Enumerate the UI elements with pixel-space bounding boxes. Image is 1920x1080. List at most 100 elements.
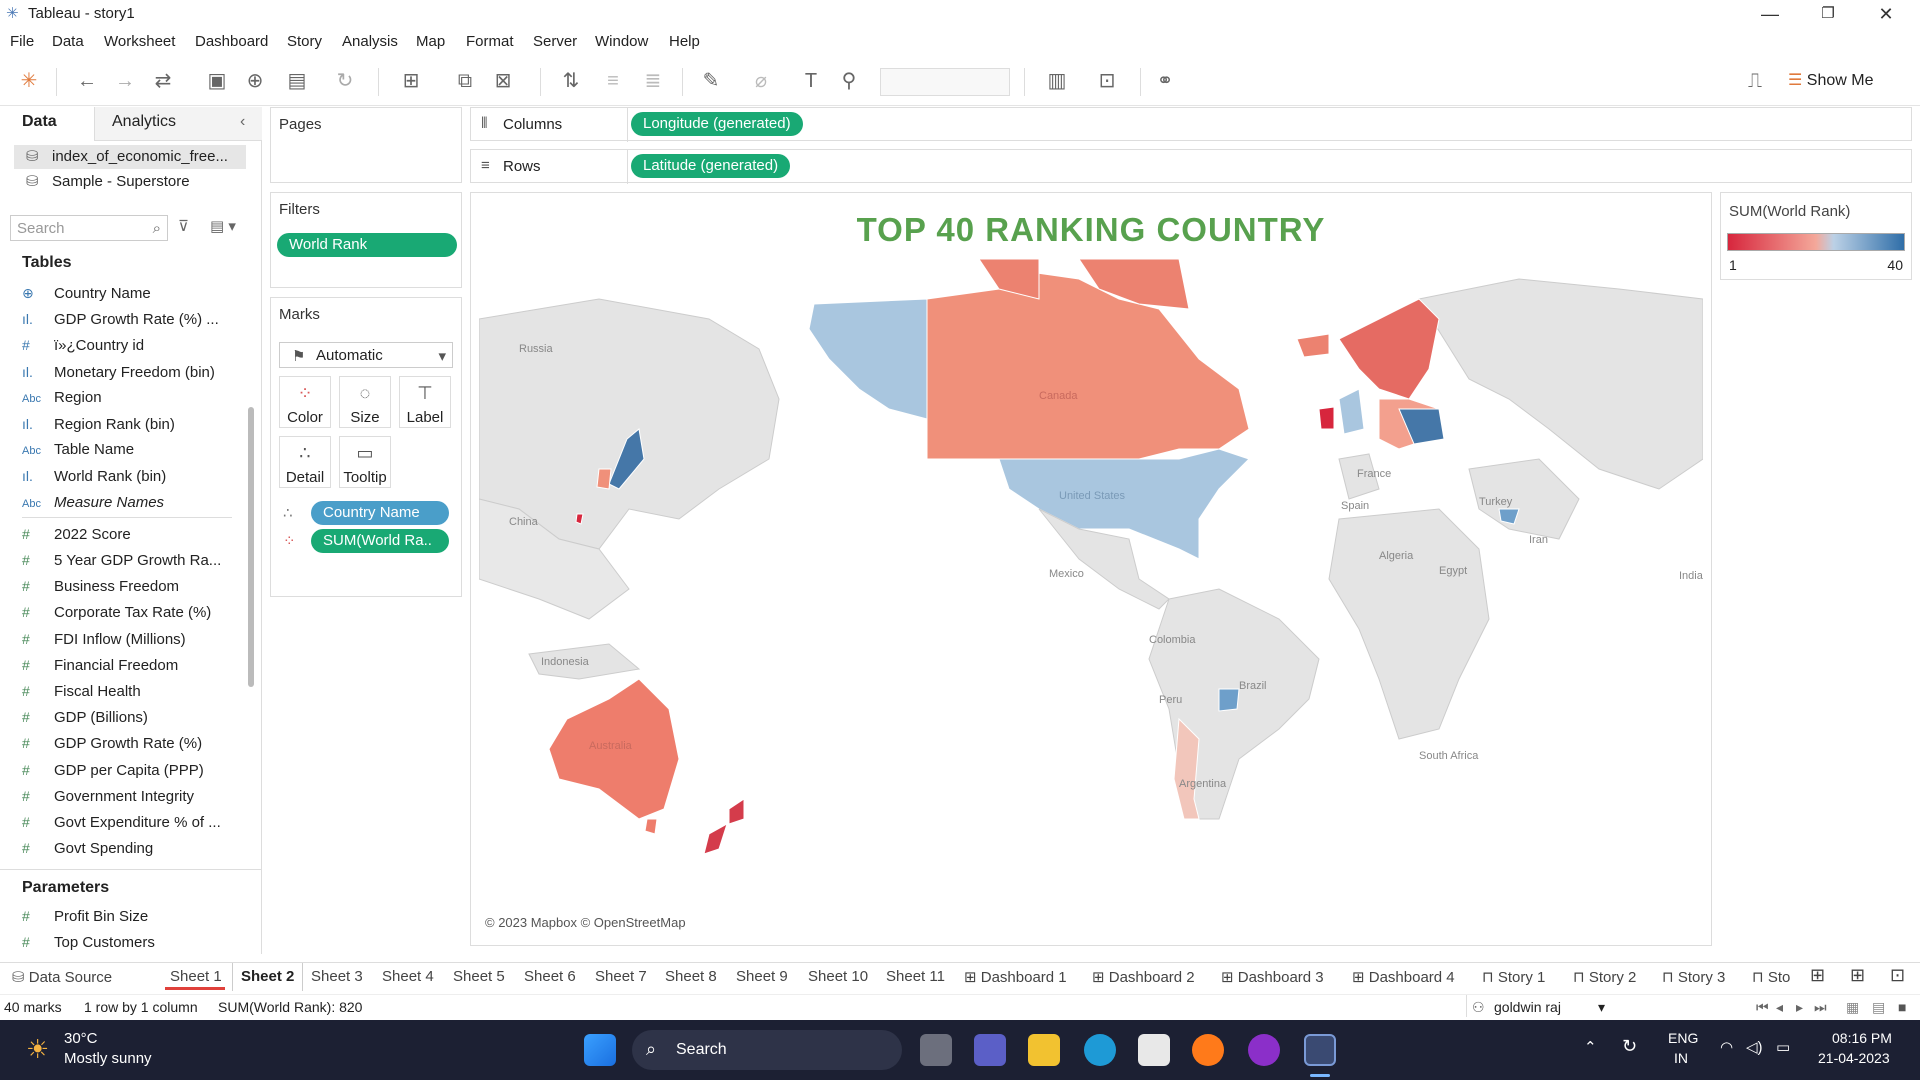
tab-data-source[interactable]: ⛁ Data Source: [12, 968, 112, 986]
app-icon[interactable]: [1248, 1034, 1280, 1066]
filters-card[interactable]: Filters World Rank: [270, 192, 462, 288]
field-item[interactable]: ⊕ Country Name: [22, 282, 151, 304]
field-item[interactable]: # FDI Inflow (Millions): [22, 628, 186, 650]
field-item[interactable]: # Govt Expenditure % of ...: [22, 811, 221, 833]
tab-sheet-10[interactable]: Sheet 10: [808, 968, 868, 985]
fit-dropdown[interactable]: [880, 68, 1010, 96]
tab-sheet-3[interactable]: Sheet 3: [311, 968, 363, 985]
tab-sheet-5[interactable]: Sheet 5: [453, 968, 505, 985]
map-view[interactable]: Russia China Indonesia Australia Canada …: [478, 258, 1704, 939]
field-item[interactable]: #2022 Score: [22, 523, 131, 545]
lang-secondary[interactable]: IN: [1674, 1050, 1688, 1066]
menu-help[interactable]: Help: [669, 33, 700, 50]
grid-view-icon[interactable]: ▦: [1846, 999, 1859, 1016]
field-item[interactable]: # Financial Freedom: [22, 654, 178, 676]
field-item[interactable]: ıl. World Rank (bin): [22, 465, 166, 487]
field-item[interactable]: Abc Region: [22, 387, 102, 409]
menu-server[interactable]: Server: [533, 33, 577, 50]
show-me-button[interactable]: ☰ Show Me: [1788, 70, 1874, 90]
new-dashboard-tab-icon[interactable]: ⊞: [1850, 965, 1865, 986]
tab-sheet-1[interactable]: Sheet 1: [170, 968, 222, 985]
pin-icon[interactable]: ⚲: [836, 68, 862, 94]
tab-sheet-9[interactable]: Sheet 9: [736, 968, 788, 985]
tab-dashboard-4[interactable]: ⊞ Dashboard 4: [1352, 968, 1455, 986]
tab-story-3[interactable]: ⊓ Story 3: [1662, 968, 1725, 986]
columns-pill-longitude[interactable]: Longitude (generated): [631, 112, 803, 136]
menu-story[interactable]: Story: [287, 33, 322, 50]
new-datasource-icon[interactable]: ⊕: [242, 68, 268, 94]
world-map[interactable]: Russia China Indonesia Australia Canada …: [478, 258, 1704, 939]
field-item[interactable]: # GDP per Capita (PPP): [22, 759, 204, 781]
datasource-item[interactable]: ⛁ index_of_economic_free...: [14, 145, 246, 169]
mark-type-dropdown[interactable]: ⚑ Automatic ▾: [279, 342, 453, 368]
marks-pill-country-name[interactable]: Country Name: [311, 501, 449, 525]
swap-rows-columns-icon[interactable]: ⇅: [558, 68, 584, 94]
firefox-icon[interactable]: [1192, 1034, 1224, 1066]
field-item[interactable]: # GDP (Billions): [22, 706, 148, 728]
tableau-home-icon[interactable]: ✳: [16, 68, 42, 94]
save-icon[interactable]: ▣: [204, 68, 230, 94]
tab-sheet-4[interactable]: Sheet 4: [382, 968, 434, 985]
new-worksheet-icon[interactable]: ⊞: [398, 68, 424, 94]
sort-descending-icon[interactable]: ≣: [640, 68, 666, 94]
field-item[interactable]: # ï»¿Country id: [22, 334, 144, 356]
marks-color-button[interactable]: ⁘ Color: [279, 376, 331, 428]
tab-story-2[interactable]: ⊓ Story 2: [1573, 968, 1636, 986]
task-view-icon[interactable]: [920, 1034, 952, 1066]
filmstrip-view-icon[interactable]: ▤: [1872, 999, 1885, 1016]
presentation-mode-icon[interactable]: ⊡: [1094, 68, 1120, 94]
tab-view-icon[interactable]: ■: [1898, 999, 1906, 1015]
menu-dashboard[interactable]: Dashboard: [195, 33, 268, 50]
menu-analysis[interactable]: Analysis: [342, 33, 398, 50]
tab-dashboard-2[interactable]: ⊞ Dashboard 2: [1092, 968, 1195, 986]
rows-shelf[interactable]: ≡ Rows Latitude (generated): [470, 149, 1912, 184]
marks-pill-world-rank[interactable]: SUM(World Ra..: [311, 529, 449, 553]
field-item[interactable]: # Govt Spending: [22, 837, 153, 859]
minimize-button[interactable]: —: [1742, 0, 1798, 28]
columns-shelf[interactable]: ⦀ Columns Longitude (generated): [470, 107, 1912, 142]
show-hidden-icons-icon[interactable]: ⌃: [1584, 1038, 1597, 1056]
undo-icon[interactable]: ←: [74, 68, 100, 94]
filter-icon[interactable]: ⊽: [178, 217, 189, 235]
teams-icon[interactable]: [974, 1034, 1006, 1066]
sync-icon[interactable]: ↻: [1622, 1036, 1637, 1057]
tab-dashboard-3[interactable]: ⊞ Dashboard 3: [1221, 968, 1324, 986]
field-item[interactable]: # Corporate Tax Rate (%): [22, 601, 211, 623]
tab-story-1[interactable]: ⊓ Story 1: [1482, 968, 1545, 986]
tableau-taskbar-icon[interactable]: [1304, 1034, 1336, 1066]
battery-icon[interactable]: ▭: [1776, 1038, 1790, 1056]
collapse-pane-icon[interactable]: ‹: [240, 113, 245, 131]
color-legend[interactable]: SUM(World Rank) 1 40: [1720, 192, 1912, 280]
volume-icon[interactable]: ◁): [1746, 1038, 1763, 1056]
new-story-tab-icon[interactable]: ⊡: [1890, 965, 1905, 986]
show-cards-icon[interactable]: ▥: [1044, 68, 1070, 94]
last-page-icon[interactable]: ⏭: [1814, 999, 1827, 1016]
next-page-icon[interactable]: ▸: [1796, 999, 1803, 1016]
pages-card[interactable]: Pages: [270, 107, 462, 183]
filter-pill-world-rank[interactable]: World Rank: [277, 233, 457, 257]
menu-worksheet[interactable]: Worksheet: [104, 33, 175, 50]
pause-updates-icon[interactable]: ▤: [284, 68, 310, 94]
parameter-item[interactable]: # Profit Bin Size: [22, 905, 148, 927]
edge-icon[interactable]: [1084, 1034, 1116, 1066]
clear-sheet-icon[interactable]: ⊠: [490, 68, 516, 94]
field-item[interactable]: #5 Year GDP Growth Ra...: [22, 549, 221, 571]
new-worksheet-tab-icon[interactable]: ⊞: [1810, 965, 1825, 986]
view-options-icon[interactable]: ▤ ▾: [210, 217, 236, 235]
lang-primary[interactable]: ENG: [1668, 1030, 1698, 1046]
redo-icon[interactable]: →: [112, 68, 138, 94]
weather-icon[interactable]: ☀: [26, 1034, 49, 1065]
tab-sheet-11[interactable]: Sheet 11: [886, 968, 945, 985]
menu-format[interactable]: Format: [466, 33, 514, 50]
parameter-item[interactable]: # Top Customers: [22, 931, 155, 953]
clock-date[interactable]: 21-04-2023: [1818, 1050, 1890, 1066]
user-menu-chevron-icon[interactable]: ▾: [1598, 999, 1605, 1016]
tab-analytics[interactable]: Analytics: [112, 113, 176, 131]
highlight-icon[interactable]: ✎: [698, 68, 724, 94]
marks-tooltip-button[interactable]: ▭ Tooltip: [339, 436, 391, 488]
wifi-icon[interactable]: ◠: [1720, 1038, 1733, 1056]
tab-story-4[interactable]: ⊓ Sto: [1752, 968, 1790, 986]
menu-data[interactable]: Data: [52, 33, 84, 50]
format-painter-icon[interactable]: ⎍: [1742, 68, 1768, 94]
refresh-icon[interactable]: ↻: [332, 68, 358, 94]
